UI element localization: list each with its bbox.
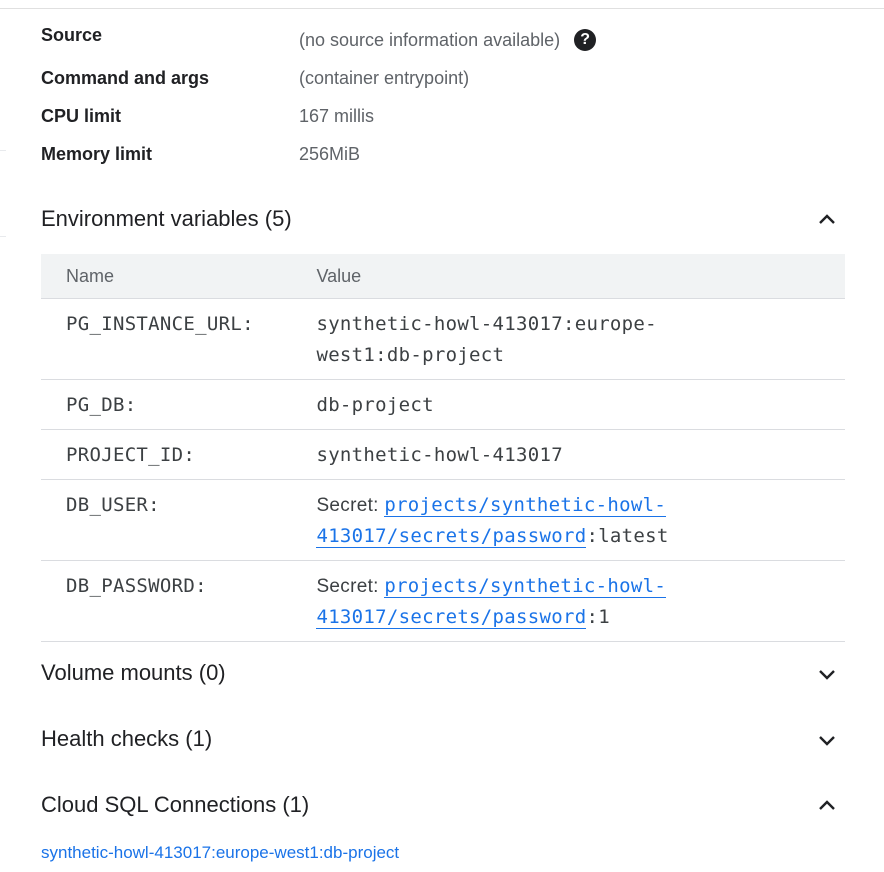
cpu-value: 167 millis: [299, 106, 375, 126]
source-value-wrap: (no source information available) ?: [299, 29, 597, 51]
command-label: Command and args: [41, 68, 210, 88]
env-value: Secret: projects/synthetic-howl- 413017/…: [316, 561, 845, 641]
env-name: PG_INSTANCE_URL:: [66, 313, 254, 335]
env-name: DB_PASSWORD:: [66, 575, 207, 597]
env-value-line: synthetic-howl-413017:europe-: [316, 313, 657, 335]
env-table: Name Value PG_INSTANCE_URL: synthetic-ho…: [41, 254, 845, 642]
env-name: DB_USER:: [66, 494, 160, 516]
volume-section-title: Volume mounts (0): [41, 660, 226, 685]
secret-prefix: Secret:: [316, 576, 385, 597]
chevron-down-icon[interactable]: [815, 662, 839, 686]
cpu-label: CPU limit: [41, 106, 122, 126]
env-name: PG_DB:: [66, 394, 137, 416]
env-value: db-project: [316, 394, 434, 416]
env-section-header[interactable]: Environment variables (5): [41, 198, 843, 238]
help-circle-icon[interactable]: ?: [574, 29, 597, 51]
chevron-up-icon[interactable]: [815, 794, 839, 818]
env-row: PROJECT_ID: synthetic-howl-413017: [41, 429, 845, 480]
chevron-down-icon[interactable]: [815, 728, 839, 752]
env-value-line: west1:db-project: [316, 344, 505, 366]
env-row: DB_USER: Secret: projects/synthetic-howl…: [41, 479, 845, 561]
env-row: DB_PASSWORD: Secret: projects/synthetic-…: [41, 560, 845, 642]
memory-label: Memory limit: [41, 144, 153, 164]
panel-edge-marker: [0, 150, 6, 151]
env-col-value: Value: [316, 254, 845, 299]
source-value: (no source information available): [299, 30, 561, 50]
cloudsql-section-header[interactable]: Cloud SQL Connections (1): [41, 784, 843, 824]
env-value: synthetic-howl-413017: [316, 444, 563, 466]
env-row: PG_INSTANCE_URL: synthetic-howl-413017:e…: [41, 298, 845, 380]
panel-edge-marker: [0, 236, 6, 237]
secret-version: :latest: [586, 525, 669, 547]
env-name: PROJECT_ID:: [66, 444, 196, 466]
panel-top-border: [0, 8, 884, 9]
cloudsql-section-title: Cloud SQL Connections (1): [41, 792, 310, 817]
env-table-header: Name Value: [41, 254, 845, 299]
chevron-up-icon[interactable]: [815, 208, 839, 232]
secret-link[interactable]: 413017/secrets/password: [316, 525, 587, 548]
secret-link[interactable]: projects/synthetic-howl-: [384, 575, 667, 598]
env-col-name: Name: [41, 254, 317, 299]
env-section-title: Environment variables (5): [41, 206, 292, 231]
secret-version: :1: [586, 606, 610, 628]
command-value: (container entrypoint): [299, 68, 470, 88]
secret-link[interactable]: projects/synthetic-howl-: [384, 494, 667, 517]
memory-value: 256MiB: [299, 144, 361, 164]
volume-section-header[interactable]: Volume mounts (0): [41, 652, 843, 692]
health-section-header[interactable]: Health checks (1): [41, 718, 843, 758]
health-section-title: Health checks (1): [41, 726, 213, 751]
env-row: PG_DB: db-project: [41, 379, 845, 430]
secret-prefix: Secret:: [316, 495, 385, 516]
env-value: synthetic-howl-413017:europe- west1:db-p…: [316, 299, 845, 379]
cloudsql-connection-link[interactable]: synthetic-howl-413017:europe-west1:db-pr…: [41, 843, 399, 863]
env-value: Secret: projects/synthetic-howl- 413017/…: [316, 480, 845, 560]
source-label: Source: [41, 25, 103, 45]
secret-link[interactable]: 413017/secrets/password: [316, 606, 587, 629]
